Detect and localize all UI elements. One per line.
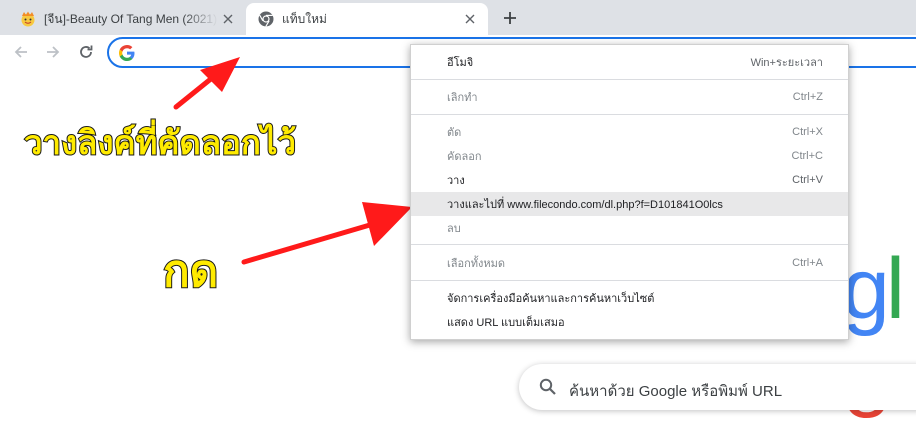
menu-item-label: เลือกทั้งหมด (447, 258, 506, 270)
menu-separator (411, 79, 848, 80)
menu-item-shortcut: Ctrl+A (792, 257, 823, 269)
annotation-paste-copied-link: วางลิงค์ที่คัดลอกไว้ (23, 122, 297, 163)
menu-item-cut[interactable]: ตัด Ctrl+X (411, 120, 848, 144)
menu-item-paste-and-go[interactable]: วางและไปที่ www.filecondo.com/dl.php?f=D… (411, 192, 848, 216)
search-icon (539, 378, 556, 395)
menu-item-always-show-full-url[interactable]: แสดง URL แบบเต็มเสมอ (411, 310, 848, 334)
close-tab-icon[interactable] (218, 9, 238, 29)
menu-item-manage-search-engines[interactable]: จัดการเครื่องมือค้นหาและการค้นหาเว็บไซต์ (411, 286, 848, 310)
menu-item-select-all[interactable]: เลือกทั้งหมด Ctrl+A (411, 251, 848, 275)
arrow-to-paste-and-go (241, 202, 412, 265)
menu-item-emoji[interactable]: อีโมจิ Win+ระยะเวลา (411, 50, 848, 74)
menu-item-shortcut: Win+ระยะเวลา (750, 57, 823, 69)
menu-item-label: เลิกทำ (447, 92, 478, 104)
menu-item-shortcut: Ctrl+V (792, 174, 823, 186)
tab-new-tab[interactable]: แท็บใหม่ (246, 3, 488, 35)
search-placeholder: ค้นหาด้วย Google หรือพิมพ์ URL (569, 383, 783, 400)
annotation-press: กด (162, 245, 219, 298)
menu-item-shortcut: Ctrl+X (792, 126, 823, 138)
menu-item-undo[interactable]: เลิกทำ Ctrl+Z (411, 85, 848, 109)
menu-item-copy[interactable]: คัดลอก Ctrl+C (411, 144, 848, 168)
menu-item-label: ตัด (447, 127, 462, 139)
reload-button[interactable] (73, 39, 99, 65)
menu-item-shortcut: Ctrl+C (791, 150, 823, 162)
menu-item-label: วาง (447, 175, 465, 187)
menu-item-shortcut: Ctrl+Z (792, 91, 823, 103)
menu-separator (411, 244, 848, 245)
tab-title: [จีน]-Beauty Of Tang Men (2021) ต (44, 11, 218, 26)
tab-title: แท็บใหม่ (282, 11, 327, 26)
menu-item-label: แสดง URL แบบเต็มเสมอ (447, 317, 565, 329)
ntp-search-box[interactable]: ค้นหาด้วย Google หรือพิมพ์ URL (519, 364, 916, 410)
chrome-icon (258, 11, 274, 27)
tab-strip: [จีน]-Beauty Of Tang Men (2021) ต แท็บให… (0, 0, 916, 35)
menu-item-paste[interactable]: วาง Ctrl+V (411, 168, 848, 192)
google-g-icon (119, 45, 135, 61)
back-button[interactable] (8, 39, 34, 65)
reload-icon (80, 45, 93, 58)
close-tab-icon[interactable] (460, 9, 480, 29)
menu-item-delete[interactable]: ลบ (411, 216, 848, 240)
context-menu: อีโมจิ Win+ระยะเวลา เลิกทำ Ctrl+Z ตัด Ct… (410, 44, 849, 340)
menu-separator (411, 114, 848, 115)
menu-item-label: คัดลอก (447, 151, 482, 163)
menu-item-label: วางและไปที่ www.filecondo.com/dl.php?f=D… (447, 199, 723, 211)
logo-letter: l (885, 241, 905, 337)
menu-separator (411, 280, 848, 281)
menu-item-label: ลบ (447, 223, 461, 235)
new-tab-button[interactable] (498, 6, 522, 30)
forward-button[interactable] (40, 39, 66, 65)
tab-beauty-of-tang-men[interactable]: [จีน]-Beauty Of Tang Men (2021) ต (8, 3, 246, 35)
arrow-right-icon (47, 46, 60, 58)
plus-icon (504, 12, 516, 24)
menu-item-label: อีโมจิ (447, 57, 474, 69)
emoji-face-icon (21, 11, 35, 27)
arrow-left-icon (14, 46, 27, 58)
menu-item-label: จัดการเครื่องมือค้นหาและการค้นหาเว็บไซต์ (447, 293, 655, 305)
